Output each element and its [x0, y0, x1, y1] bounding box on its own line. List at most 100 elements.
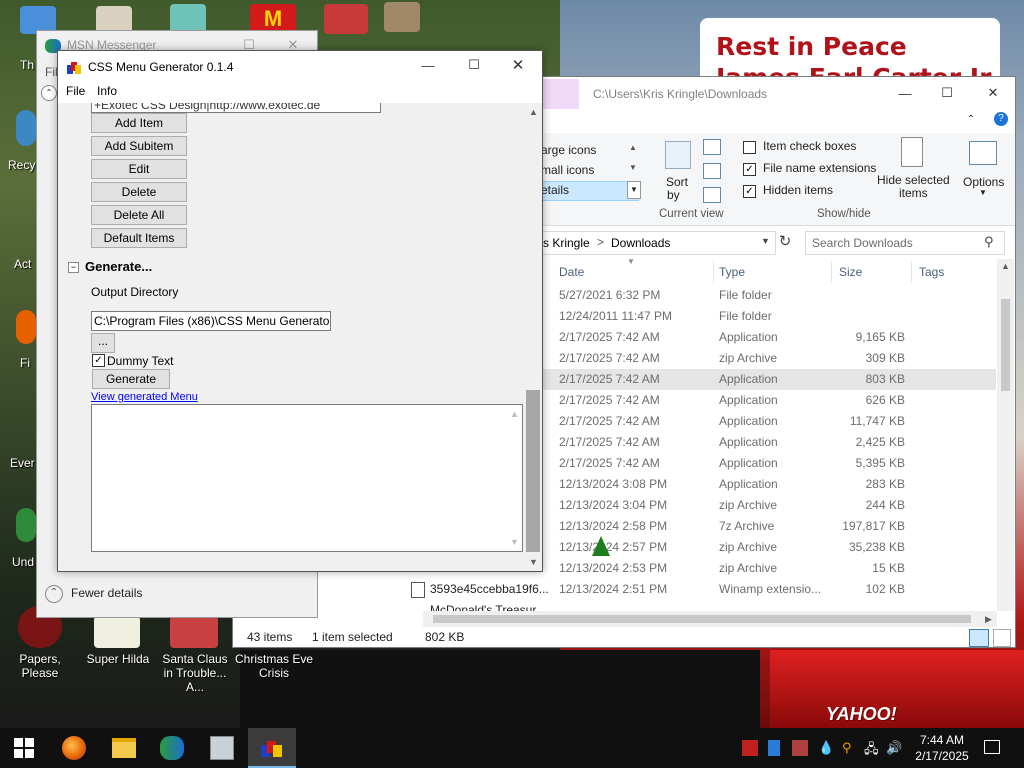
maximize-button[interactable]: ☐: [931, 81, 963, 105]
options-dropdown-icon[interactable]: ▼: [979, 188, 987, 197]
file-explorer-icon[interactable]: [112, 738, 136, 758]
large-icons-view-icon[interactable]: [993, 629, 1011, 647]
file-row[interactable]: 12/13/2024 2:53 PM zip Archive 15 KB: [538, 558, 996, 579]
sort-by-label-2[interactable]: by: [667, 188, 680, 202]
css-menu-generator-window[interactable]: CSS Menu Generator 0.1.4 — ☐ ✕ File Info…: [57, 50, 543, 572]
desktop-label-partial[interactable]: Recy: [8, 158, 35, 172]
file-row[interactable]: 2/17/2025 7:42 AM Application 11,747 KB: [538, 411, 996, 432]
search-box[interactable]: Search Downloads ⚲: [805, 231, 1005, 255]
file-row[interactable]: 2/17/2025 7:42 AM zip Archive 309 KB: [538, 348, 996, 369]
msn-menu-fragment[interactable]: Fil: [45, 65, 58, 79]
hide-selected-items-icon[interactable]: [901, 137, 923, 167]
tray-app-icon[interactable]: [768, 740, 780, 756]
desktop-icon-label[interactable]: Super Hilda: [80, 652, 156, 666]
horizontal-scrollbar-thumb[interactable]: [433, 615, 971, 623]
file-name[interactable]: McDonald's Treasur...: [430, 603, 546, 611]
tray-search-icon[interactable]: ⚲: [842, 740, 852, 756]
vertical-scrollbar-thumb[interactable]: [1001, 299, 1010, 391]
santa-claus-icon[interactable]: [170, 616, 218, 648]
file-row[interactable]: 2/17/2025 7:42 AM Application 2,425 KB: [538, 432, 996, 453]
notifications-icon[interactable]: [984, 740, 1000, 754]
file-row[interactable]: 2/17/2025 7:42 AM Application 803 KB: [538, 369, 996, 390]
fewer-details-button[interactable]: ⌃ Fewer details: [45, 585, 142, 603]
layout-scroll-down-icon[interactable]: ▼: [629, 163, 637, 172]
address-bar[interactable]: s Kringle > Downloads ▼: [538, 231, 776, 255]
desktop-label-partial[interactable]: Act: [14, 257, 31, 271]
desktop-icon-label[interactable]: Christmas Eve Crisis: [234, 652, 314, 680]
preview-scrollbar[interactable]: ▲ ▼: [506, 405, 522, 551]
desktop-icon-label[interactable]: Santa Claus in Trouble... A...: [156, 652, 234, 694]
scroll-down-icon[interactable]: ▼: [510, 537, 519, 547]
desktop-label-partial[interactable]: Ever: [10, 456, 35, 470]
hidden-items-label[interactable]: Hidden items: [763, 183, 833, 197]
default-items-button[interactable]: Default Items: [91, 228, 187, 248]
close-button[interactable]: ✕: [502, 53, 534, 77]
group-by-icon[interactable]: [703, 139, 721, 155]
msn-messenger-icon[interactable]: [160, 736, 184, 760]
desktop-icon-label[interactable]: Papers, Please: [0, 652, 80, 680]
menu-info[interactable]: Info: [97, 84, 117, 98]
sort-by-icon[interactable]: [665, 141, 691, 169]
minimize-button[interactable]: —: [412, 53, 444, 77]
tray-app-icon[interactable]: [792, 740, 808, 756]
layout-details[interactable]: etails: [541, 183, 569, 197]
scroll-up-icon[interactable]: ▲: [1001, 261, 1010, 271]
column-header-date[interactable]: Date: [559, 265, 584, 279]
output-directory-input[interactable]: C:\Program Files (x86)\CSS Menu Generato…: [91, 311, 331, 331]
clock[interactable]: 7:44 AM 2/17/2025: [912, 732, 972, 764]
add-columns-icon[interactable]: [703, 163, 721, 179]
file-row[interactable]: 2/17/2025 7:42 AM Application 9,165 KB: [538, 327, 996, 348]
sort-by-label[interactable]: Sort: [666, 175, 688, 189]
firefox-icon[interactable]: [16, 310, 36, 344]
desktop-label-partial[interactable]: Th: [20, 58, 34, 72]
desktop-app-icon[interactable]: [384, 2, 420, 32]
hide-selected-items-label[interactable]: Hide selected: [877, 173, 950, 187]
details-view-icon[interactable]: [969, 629, 989, 647]
tray-app-icon[interactable]: [742, 740, 758, 756]
file-row[interactable]: 12/13/2024 2:51 PM Winamp extensio... 102 …: [538, 579, 996, 600]
scroll-right-icon[interactable]: ▶: [985, 614, 992, 625]
menu-items-combo[interactable]: +Exotec CSS Design|http://www.exotec.de: [91, 103, 381, 113]
desktop-app-icon[interactable]: [16, 110, 36, 146]
options-label[interactable]: Options: [963, 175, 1004, 189]
search-placeholder[interactable]: Search Downloads: [812, 236, 913, 250]
file-name[interactable]: 3593e45ccebba19f6...: [430, 582, 549, 596]
file-row[interactable]: 12/13/2024 2:58 PM 7z Archive 197,817 KB: [538, 516, 996, 537]
start-windows-icon[interactable]: [14, 736, 38, 760]
column-header-size[interactable]: Size: [839, 265, 862, 279]
breadcrumb-current[interactable]: Downloads: [611, 236, 670, 250]
edit-button[interactable]: Edit: [91, 159, 187, 179]
generate-section-header[interactable]: − Generate...: [68, 259, 152, 274]
css-menu-generator-taskbar-button[interactable]: [248, 728, 296, 768]
item-check-boxes-checkbox[interactable]: [743, 141, 756, 154]
horizontal-scrollbar[interactable]: ▶: [423, 611, 997, 627]
desktop-app-icon[interactable]: [324, 4, 368, 34]
network-icon[interactable]: 🖧: [864, 740, 879, 762]
breadcrumb-separator[interactable]: >: [597, 235, 604, 249]
size-columns-icon[interactable]: [703, 187, 721, 203]
desktop-label-partial[interactable]: Fi: [20, 356, 30, 370]
desktop-label-partial[interactable]: Und: [12, 555, 34, 569]
breadcrumb-parent[interactable]: s Kringle: [543, 236, 590, 250]
options-icon[interactable]: [969, 141, 997, 165]
scroll-up-icon[interactable]: ▲: [529, 107, 538, 117]
dummy-text-label[interactable]: Dummy Text: [107, 354, 173, 368]
collapse-section-icon[interactable]: −: [68, 262, 79, 274]
file-row[interactable]: 2/17/2025 7:42 AM Application 626 KB: [538, 390, 996, 411]
file-row[interactable]: 12/13/2024 3:08 PM Application 283 KB: [538, 474, 996, 495]
search-icon[interactable]: ⚲: [984, 234, 994, 250]
delete-button[interactable]: Delete: [91, 182, 187, 202]
help-icon[interactable]: ?: [985, 107, 1015, 131]
firefox-icon[interactable]: [62, 736, 86, 760]
fewer-details-label[interactable]: Fewer details: [71, 586, 142, 600]
file-row[interactable]: 2/17/2025 7:42 AM Application 5,395 KB: [538, 453, 996, 474]
view-generated-menu-link[interactable]: View generated Menu: [91, 391, 198, 403]
add-subitem-button[interactable]: Add Subitem: [91, 136, 187, 156]
layout-expand-icon[interactable]: ▼: [627, 181, 641, 199]
layout-large-icons[interactable]: arge icons: [541, 143, 596, 157]
close-button[interactable]: ✕: [977, 81, 1009, 105]
file-row[interactable]: 12/24/2011 11:47 PM File folder: [538, 306, 996, 327]
hide-selected-items-label-2[interactable]: items: [899, 186, 928, 200]
file-row[interactable]: 5/27/2021 6:32 PM File folder: [538, 285, 996, 306]
app-window-icon[interactable]: [210, 736, 234, 760]
